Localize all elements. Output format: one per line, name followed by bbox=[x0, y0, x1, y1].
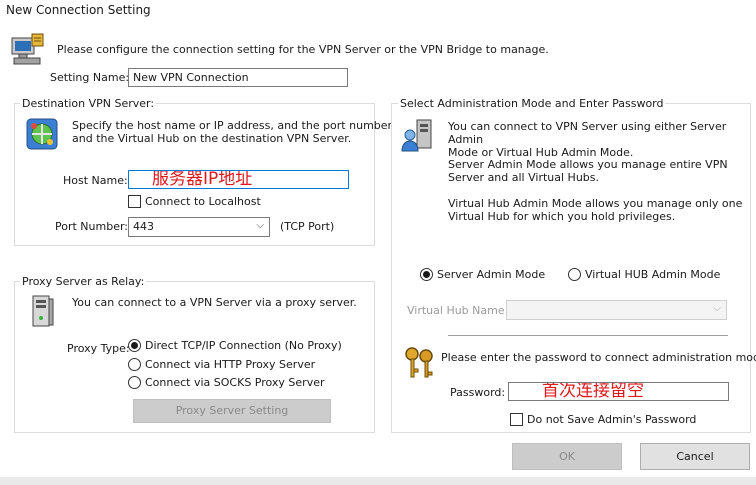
proxy-http-label: Connect via HTTP Proxy Server bbox=[145, 358, 316, 371]
virtual-hub-name-select[interactable]: ⌵ bbox=[506, 300, 727, 320]
server-admin-mode-radio[interactable] bbox=[420, 268, 433, 281]
proxy-description: You can connect to a VPN Server via a pr… bbox=[72, 296, 357, 309]
password-prompt: Please enter the password to connect adm… bbox=[441, 351, 756, 364]
keys-icon bbox=[405, 347, 433, 378]
proxy-type-label: Proxy Type: bbox=[67, 342, 130, 355]
connect-localhost-checkbox[interactable] bbox=[128, 195, 141, 208]
no-save-password-label: Do not Save Admin's Password bbox=[527, 413, 697, 426]
proxy-socks-label: Connect via SOCKS Proxy Server bbox=[145, 376, 325, 389]
password-label: Password: bbox=[450, 386, 506, 399]
destination-group-title: Destination VPN Server: bbox=[20, 97, 157, 110]
background-taskbar-strip bbox=[0, 477, 756, 485]
admin-desc3-line1: Virtual Hub Admin Mode allows you manage… bbox=[448, 197, 743, 210]
connect-localhost-label: Connect to Localhost bbox=[145, 195, 261, 208]
admin-description-1: You can connect to VPN Server using eith… bbox=[448, 120, 756, 159]
port-suffix: (TCP Port) bbox=[280, 220, 335, 233]
ok-button[interactable]: OK bbox=[512, 443, 622, 470]
no-save-password-checkbox[interactable] bbox=[510, 413, 523, 426]
hub-admin-mode-radio[interactable] bbox=[568, 268, 581, 281]
admin-desc2-line1: Server Admin Mode allows you manage enti… bbox=[448, 158, 728, 171]
setting-name-label: Setting Name: bbox=[50, 71, 130, 84]
proxy-http-radio[interactable] bbox=[128, 358, 141, 371]
port-number-label: Port Number: bbox=[55, 220, 129, 233]
header-intro: Please configure the connection setting … bbox=[57, 43, 549, 56]
destination-description-line2: and the Virtual Hub on the destination V… bbox=[72, 132, 352, 145]
destination-description-line1: Specify the host name or IP address, and… bbox=[72, 119, 393, 132]
chevron-down-icon: ⌵ bbox=[256, 220, 264, 231]
proxy-direct-radio[interactable] bbox=[128, 339, 141, 352]
chevron-down-icon: ⌵ bbox=[713, 303, 721, 314]
password-input[interactable]: 首次连接留空 bbox=[508, 382, 729, 401]
window-title: New Connection Setting bbox=[6, 3, 151, 17]
proxy-direct-label: Direct TCP/IP Connection (No Proxy) bbox=[145, 339, 342, 352]
destination-description: Specify the host name or IP address, and… bbox=[72, 119, 392, 145]
user-server-icon bbox=[401, 119, 432, 152]
proxy-socks-radio[interactable] bbox=[128, 376, 141, 389]
virtual-hub-name-label: Virtual Hub Name: bbox=[407, 304, 509, 317]
proxy-settings-button[interactable]: Proxy Server Setting bbox=[133, 399, 331, 423]
admin-desc3-line2: Virtual Hub for which you hold privilege… bbox=[448, 210, 676, 223]
hub-admin-mode-label: Virtual HUB Admin Mode bbox=[585, 268, 721, 281]
admin-group-title: Select Administration Mode and Enter Pas… bbox=[398, 97, 666, 110]
dialog-window: New Connection Setting Please configure … bbox=[0, 0, 756, 485]
admin-divider bbox=[448, 335, 728, 336]
port-number-select[interactable]: 443 ⌵ bbox=[128, 217, 270, 237]
server-tower-icon bbox=[32, 295, 54, 327]
cancel-button[interactable]: Cancel bbox=[640, 443, 750, 470]
host-name-input[interactable]: 服务器IP地址 bbox=[128, 170, 349, 189]
host-name-label: Host Name: bbox=[63, 174, 128, 187]
proxy-group-title: Proxy Server as Relay: bbox=[20, 275, 147, 288]
port-number-value: 443 bbox=[133, 220, 154, 233]
admin-description-2: Server Admin Mode allows you manage enti… bbox=[448, 158, 728, 184]
server-admin-mode-label: Server Admin Mode bbox=[437, 268, 546, 281]
setting-name-input[interactable]: New VPN Connection bbox=[128, 68, 348, 87]
admin-desc2-line2: Server and all Virtual Hubs. bbox=[448, 171, 600, 184]
globe-network-icon bbox=[26, 118, 58, 150]
admin-description-3: Virtual Hub Admin Mode allows you manage… bbox=[448, 197, 742, 223]
computer-config-icon bbox=[11, 33, 44, 65]
admin-desc1-line1: You can connect to VPN Server using eith… bbox=[448, 120, 727, 146]
